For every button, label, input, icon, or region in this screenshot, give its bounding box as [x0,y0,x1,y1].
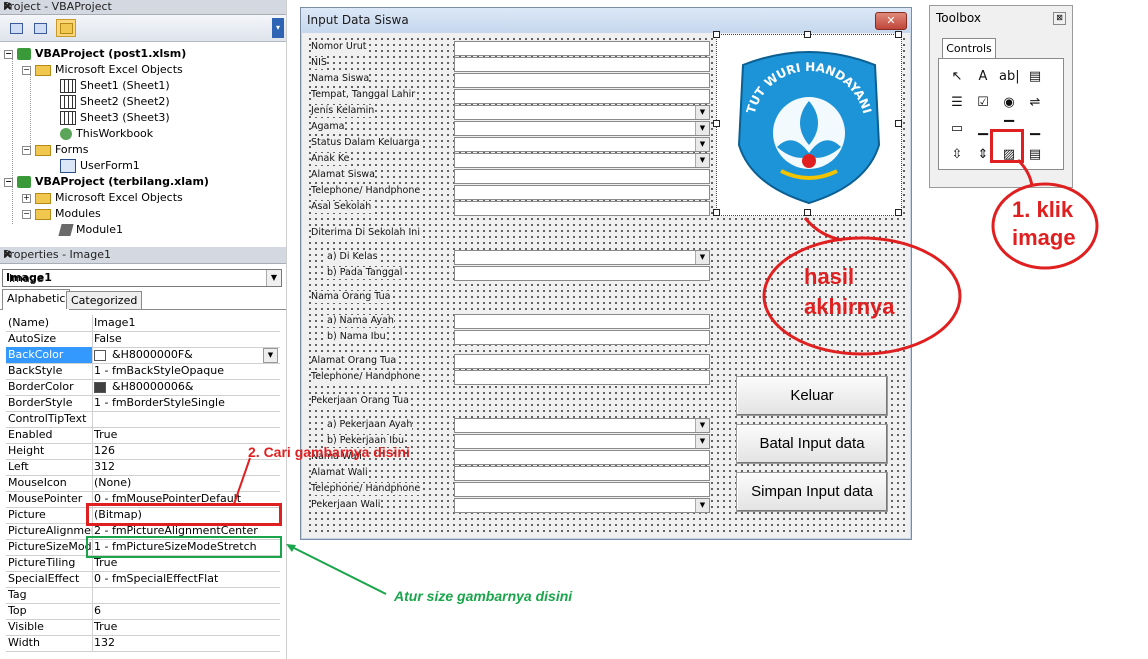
annotation-klik-image: 1. klik image [1012,197,1076,250]
picture-property-highlight [86,503,282,526]
picturesizemode-property-highlight [86,536,282,558]
annotation-atur-size: Atur size gambarnya disini [394,588,573,604]
annotation-cari-gambar: 2. Cari gambarnya disini [248,444,410,460]
annotation-hasil-akhirnya: hasil akhirnya [804,264,895,319]
annotation-overlay [233,158,1099,595]
